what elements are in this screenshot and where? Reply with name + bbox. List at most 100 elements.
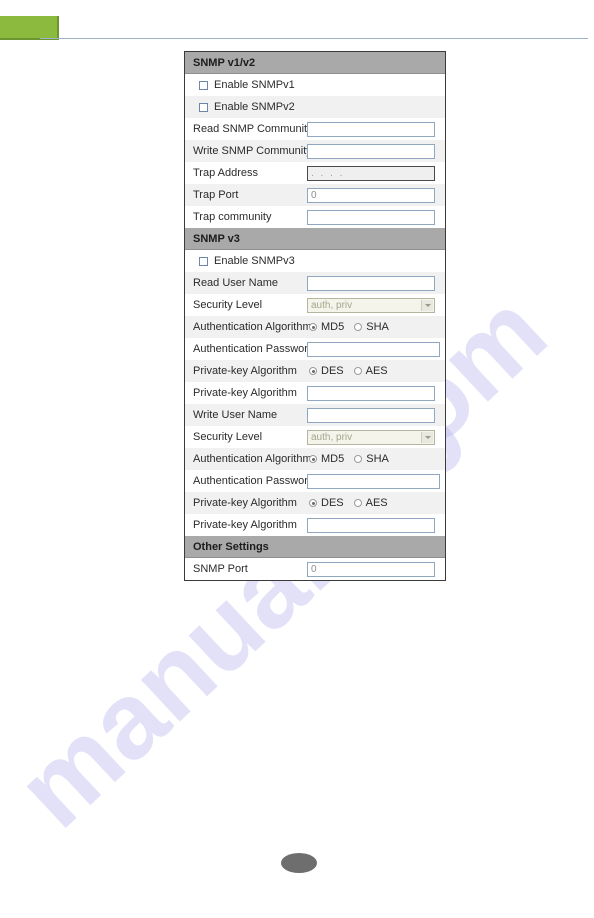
- field-row-security-level: Security Level auth, priv: [185, 426, 445, 448]
- radio-dot-des[interactable]: [309, 499, 317, 507]
- radio-option-md5[interactable]: MD5: [309, 453, 344, 465]
- radio-label: MD5: [321, 453, 345, 465]
- radio-option-md5[interactable]: MD5: [309, 321, 344, 333]
- checkbox-label: Enable SNMPv1: [214, 79, 295, 91]
- radio-label: AES: [365, 365, 388, 377]
- field-label: Trap community: [193, 211, 272, 223]
- field-control-wrap: DES AES: [307, 492, 445, 514]
- select-security-level[interactable]: auth, priv: [307, 297, 435, 313]
- field-label: Authentication Password: [193, 475, 315, 487]
- field-control-wrap: [307, 338, 445, 360]
- radio-label: MD5: [321, 321, 345, 333]
- field-row-trap-address: Trap Address . . . .: [185, 162, 445, 184]
- field-label: Private-key Algorithm: [193, 519, 297, 531]
- radio-group-authentication-algorithm: MD5 SHA: [307, 321, 399, 333]
- select-value: auth, priv: [311, 431, 353, 443]
- radio-dot-aes[interactable]: [353, 499, 362, 507]
- checkbox-enable-snmpv2[interactable]: [199, 102, 208, 112]
- field-row-private-key-algorithm: Private-key Algorithm DES AES: [185, 492, 445, 514]
- field-label: Write User Name: [193, 409, 278, 421]
- page-number-badge: [281, 853, 317, 873]
- field-label: Trap Address: [193, 167, 259, 179]
- field-row-snmp-port: SNMP Port 0: [185, 558, 445, 580]
- input-authentication-password[interactable]: [307, 341, 440, 357]
- field-control-wrap: auth, priv: [307, 426, 445, 448]
- select-value: auth, priv: [311, 299, 353, 311]
- field-row-authentication-algorithm: Authentication Algorithm MD5 SHA: [185, 448, 445, 470]
- field-control-wrap: DES AES: [307, 360, 445, 382]
- field-row-authentication-password: Authentication Password: [185, 338, 445, 360]
- checkbox-enable-snmpv1[interactable]: [199, 80, 208, 90]
- input-write-user-name[interactable]: [307, 407, 435, 423]
- field-control-wrap: [307, 514, 445, 536]
- radio-dot-aes[interactable]: [353, 367, 362, 375]
- checkbox-row-enable-snmpv2: Enable SNMPv2: [185, 96, 445, 118]
- input-read-user-name[interactable]: [307, 275, 435, 291]
- field-control-wrap: MD5 SHA: [307, 316, 445, 338]
- field-control-wrap: [307, 206, 445, 228]
- field-label: Security Level: [193, 299, 263, 311]
- field-row-write-user-name: Write User Name: [185, 404, 445, 426]
- chevron-down-icon[interactable]: [421, 299, 433, 311]
- radio-option-sha[interactable]: SHA: [354, 453, 389, 465]
- radio-option-aes[interactable]: AES: [353, 497, 388, 509]
- snmp-settings-panel: SNMP v1/v2 Enable SNMPv1 Enable SNMPv2 Read…: [184, 51, 446, 581]
- radio-dot-md5[interactable]: [309, 323, 317, 331]
- field-row-read-user-name: Read User Name: [185, 272, 445, 294]
- field-control-wrap: [307, 470, 445, 492]
- checkbox-label: Enable SNMPv2: [214, 101, 295, 113]
- field-control-wrap: auth, priv: [307, 294, 445, 316]
- radio-label: SHA: [366, 321, 389, 333]
- radio-option-des[interactable]: DES: [309, 497, 344, 509]
- checkbox-row-enable-snmpv1: Enable SNMPv1: [185, 74, 445, 96]
- field-row-private-key-algorithm: Private-key Algorithm DES AES: [185, 360, 445, 382]
- radio-dot-sha[interactable]: [354, 455, 363, 463]
- input-trap-community[interactable]: [307, 209, 435, 225]
- field-control-wrap: [307, 140, 445, 162]
- field-row-trap-port: Trap Port 0: [185, 184, 445, 206]
- field-label: Write SNMP Community: [193, 145, 312, 157]
- field-row-private-key-algorithm: Private-key Algorithm: [185, 382, 445, 404]
- field-label: Trap Port: [193, 189, 239, 201]
- input-snmp-port[interactable]: 0: [307, 561, 435, 577]
- field-label: Authentication Algorithm: [193, 453, 312, 465]
- input-authentication-password[interactable]: [307, 473, 440, 489]
- field-label: Private-key Algorithm: [193, 387, 297, 399]
- field-row-authentication-algorithm: Authentication Algorithm MD5 SHA: [185, 316, 445, 338]
- field-label: SNMP Port: [193, 563, 248, 575]
- field-label: Security Level: [193, 431, 263, 443]
- radio-option-aes[interactable]: AES: [353, 365, 388, 377]
- field-row-security-level: Security Level auth, priv: [185, 294, 445, 316]
- radio-option-sha[interactable]: SHA: [354, 321, 389, 333]
- input-write-snmp-community[interactable]: [307, 143, 435, 159]
- radio-label: SHA: [366, 453, 389, 465]
- radio-group-private-key-algorithm: DES AES: [307, 497, 398, 509]
- field-row-trap-community: Trap community: [185, 206, 445, 228]
- field-control-wrap: MD5 SHA: [307, 448, 445, 470]
- input-private-key-algorithm[interactable]: [307, 517, 435, 533]
- radio-dot-sha[interactable]: [354, 323, 363, 331]
- field-control-wrap: [307, 272, 445, 294]
- radio-dot-md5[interactable]: [309, 455, 317, 463]
- field-label: Authentication Algorithm: [193, 321, 312, 333]
- field-label: Authentication Password: [193, 343, 315, 355]
- field-control-wrap: [307, 404, 445, 426]
- radio-dot-des[interactable]: [309, 367, 317, 375]
- radio-option-des[interactable]: DES: [309, 365, 344, 377]
- checkbox-row-enable-snmpv3: Enable SNMPv3: [185, 250, 445, 272]
- input-trap-port[interactable]: 0: [307, 187, 435, 203]
- chevron-down-icon[interactable]: [421, 431, 433, 443]
- section-header-snmp-v1-v2: SNMP v1/v2: [185, 52, 445, 74]
- radio-group-private-key-algorithm: DES AES: [307, 365, 398, 377]
- input-read-snmp-community[interactable]: [307, 121, 435, 137]
- header-divider-rule: [40, 38, 588, 39]
- select-security-level[interactable]: auth, priv: [307, 429, 435, 445]
- field-label: Private-key Algorithm: [193, 365, 297, 377]
- radio-label: AES: [365, 497, 388, 509]
- field-row-write-snmp-community: Write SNMP Community: [185, 140, 445, 162]
- field-control-wrap: . . . .: [307, 162, 445, 184]
- field-label: Read User Name: [193, 277, 278, 289]
- input-private-key-algorithm[interactable]: [307, 385, 435, 401]
- checkbox-enable-snmpv3[interactable]: [199, 256, 208, 266]
- radio-label: DES: [321, 365, 344, 377]
